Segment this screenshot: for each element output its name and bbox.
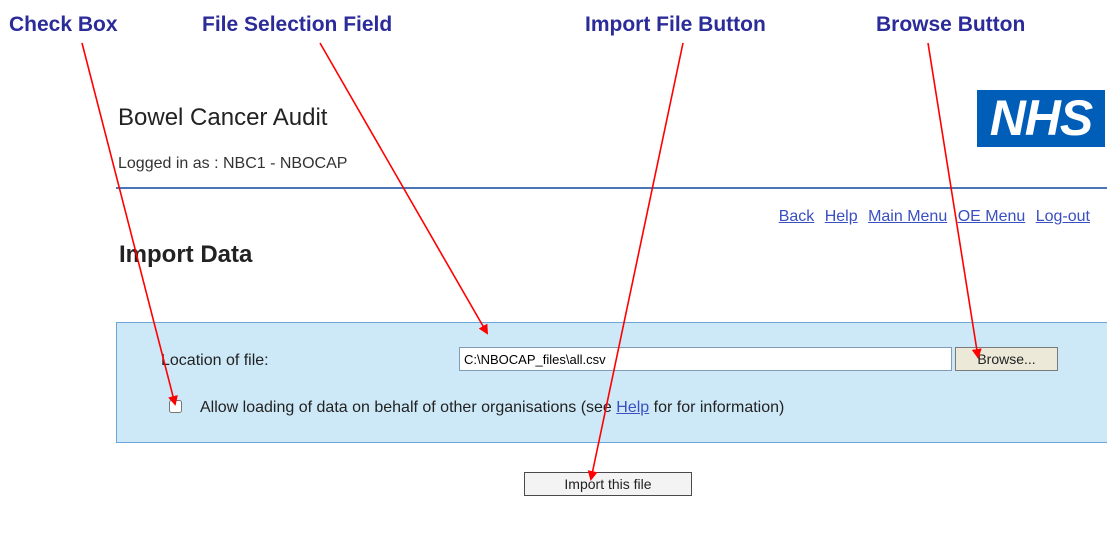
- header-divider: [116, 187, 1107, 189]
- arrow-browse-button: [927, 42, 982, 359]
- login-user: NBC1 - NBOCAP: [222, 155, 348, 172]
- allow-help-link[interactable]: Help: [616, 399, 649, 416]
- callout-file-selection-field: File Selection Field: [202, 13, 393, 36]
- nav-main-menu-link[interactable]: Main Menu: [868, 208, 947, 225]
- file-selection-field[interactable]: [459, 347, 952, 371]
- callout-import-file-button: Import File Button: [585, 13, 766, 36]
- nav-links: Back Help Main Menu OE Menu Log-out: [773, 208, 1090, 226]
- allow-text-before: Allow loading of data on behalf of other…: [200, 399, 617, 416]
- login-info: Logged in as : NBC1 - NBOCAP: [118, 155, 347, 173]
- nhs-logo: NHS: [977, 90, 1105, 147]
- page-title: Import Data: [119, 241, 253, 268]
- nav-oe-menu-link[interactable]: OE Menu: [958, 208, 1026, 225]
- allow-other-orgs-checkbox[interactable]: [169, 400, 182, 413]
- callout-browse-button: Browse Button: [876, 13, 1026, 36]
- location-label: Location of file:: [161, 352, 269, 369]
- browse-button[interactable]: Browse...: [955, 347, 1058, 371]
- app-title: Bowel Cancer Audit: [118, 104, 328, 131]
- import-panel: [116, 322, 1107, 443]
- import-file-button[interactable]: Import this file: [524, 472, 692, 496]
- nav-back-link[interactable]: Back: [779, 208, 815, 225]
- nav-logout-link[interactable]: Log-out: [1036, 208, 1090, 225]
- callout-check-box: Check Box: [9, 13, 118, 36]
- nav-help-link[interactable]: Help: [825, 208, 858, 225]
- allow-other-orgs-label: Allow loading of data on behalf of other…: [200, 399, 784, 417]
- allow-text-after: for for information): [649, 399, 785, 416]
- login-label: Logged in as :: [118, 155, 223, 172]
